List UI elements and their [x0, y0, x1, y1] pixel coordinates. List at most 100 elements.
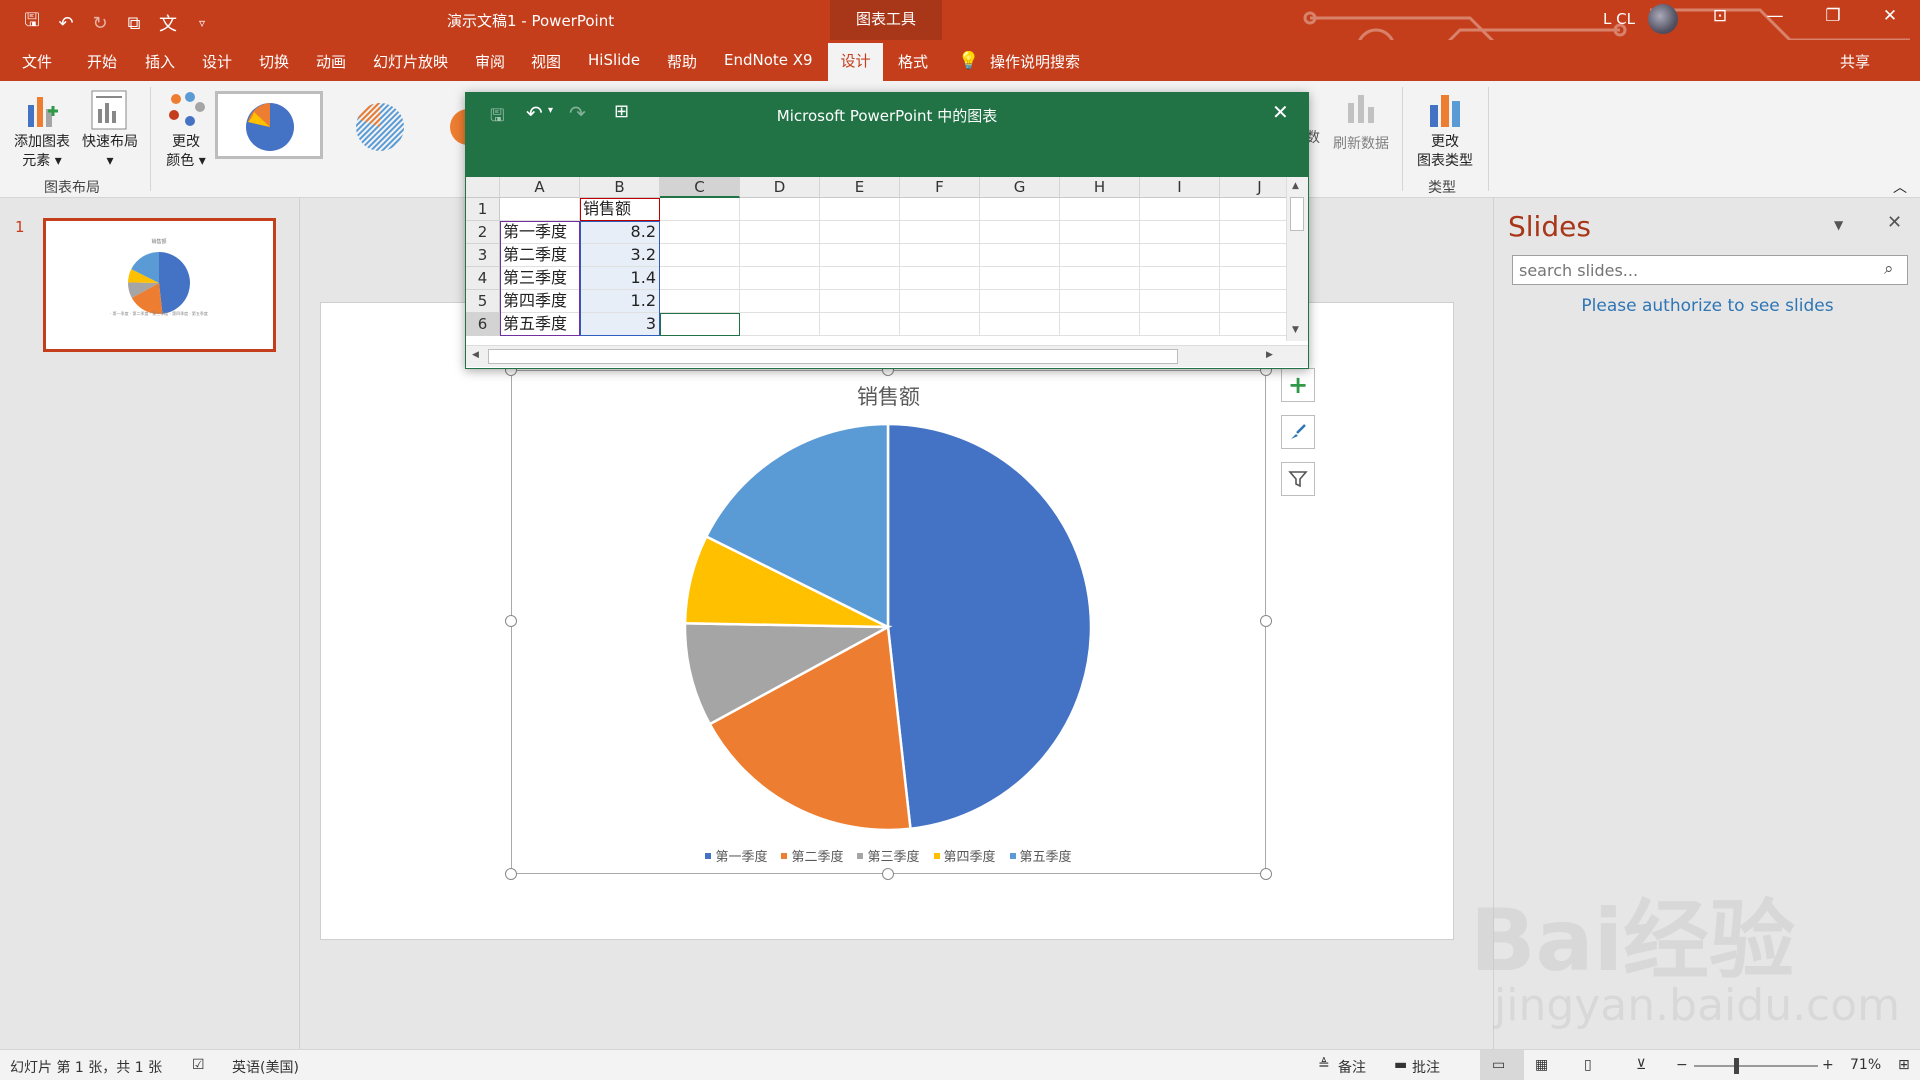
notes-button[interactable]: 备注: [1338, 1057, 1366, 1077]
search-icon[interactable]: ⌕: [1884, 259, 1894, 279]
accessibility-icon[interactable]: ☑: [192, 1057, 205, 1073]
legend-item[interactable]: 第一季度: [705, 846, 767, 865]
tab-file[interactable]: 文件: [22, 51, 52, 72]
cell-D2[interactable]: [740, 221, 820, 244]
cell-E1[interactable]: [820, 198, 900, 221]
cell-H6[interactable]: [1060, 313, 1140, 336]
present-icon[interactable]: ⧉: [122, 13, 146, 34]
cell-F4[interactable]: [900, 267, 980, 290]
undo-icon[interactable]: ↶: [54, 13, 78, 34]
cell-A1[interactable]: [500, 198, 580, 221]
row-header[interactable]: 6: [466, 313, 500, 336]
tab-animations[interactable]: 动画: [316, 51, 346, 72]
cell-D5[interactable]: [740, 290, 820, 313]
cell-D3[interactable]: [740, 244, 820, 267]
cell-D4[interactable]: [740, 267, 820, 290]
cell-I2[interactable]: [1140, 221, 1220, 244]
close-icon[interactable]: ✕: [1875, 6, 1905, 26]
cell-G2[interactable]: [980, 221, 1060, 244]
chart-legend[interactable]: 第一季度 第二季度 第三季度 第四季度 第五季度: [511, 846, 1266, 865]
scroll-right-icon[interactable]: ▶: [1266, 350, 1273, 360]
reading-view-icon[interactable]: ▯: [1584, 1057, 1592, 1073]
cell-H5[interactable]: [1060, 290, 1140, 313]
cell-B3[interactable]: 3.2: [580, 244, 660, 267]
slide-thumbnail[interactable]: 销售额 · 第一季度 · 第二季度 · 第三季度 · 第四季度 · 第五季度: [43, 218, 276, 352]
row-header[interactable]: 2: [466, 221, 500, 244]
translate-icon[interactable]: 文: [156, 10, 180, 36]
legend-item[interactable]: 第四季度: [933, 846, 996, 865]
chart-filters-button[interactable]: [1281, 462, 1315, 496]
cell-A6[interactable]: 第五季度: [500, 313, 580, 336]
tab-view[interactable]: 视图: [531, 51, 561, 72]
cell-I6[interactable]: [1140, 313, 1220, 336]
pane-close-icon[interactable]: ✕: [1887, 212, 1902, 233]
cell-A3[interactable]: 第二季度: [500, 244, 580, 267]
restore-icon[interactable]: ❐: [1818, 6, 1848, 26]
horizontal-scroll-thumb[interactable]: [488, 349, 1178, 364]
resize-handle-br[interactable]: [1260, 868, 1272, 880]
row-header[interactable]: 1: [466, 198, 500, 221]
cell-I1[interactable]: [1140, 198, 1220, 221]
cell-G5[interactable]: [980, 290, 1060, 313]
cell-F1[interactable]: [900, 198, 980, 221]
cell-B1[interactable]: 销售额: [580, 198, 660, 221]
cell-B5[interactable]: 1.2: [580, 290, 660, 313]
language-status[interactable]: 英语(美国): [232, 1057, 299, 1077]
change-colors-button[interactable]: 更改 颜色 ▾: [158, 87, 214, 177]
row-header[interactable]: 5: [466, 290, 500, 313]
cell-F2[interactable]: [900, 221, 980, 244]
pie-slice-1[interactable]: [886, 422, 1093, 831]
tab-hislide[interactable]: HiSlide: [588, 51, 640, 69]
vertical-scrollbar[interactable]: ▲ ▼: [1286, 177, 1308, 341]
tab-chart-design[interactable]: 设计: [828, 43, 883, 81]
pie-chart[interactable]: [683, 422, 1093, 832]
cell-G1[interactable]: [980, 198, 1060, 221]
cell-E3[interactable]: [820, 244, 900, 267]
column-header[interactable]: G: [980, 177, 1060, 198]
chart-styles-button[interactable]: [1281, 415, 1315, 449]
tab-help[interactable]: 帮助: [667, 51, 697, 72]
normal-view-icon[interactable]: ▭: [1492, 1057, 1505, 1073]
legend-item[interactable]: 第五季度: [1009, 846, 1072, 865]
tab-endnote[interactable]: EndNote X9: [724, 51, 813, 69]
user-name[interactable]: L CL: [1603, 10, 1635, 28]
save-icon[interactable]: 🖫: [20, 8, 44, 38]
cell-C3[interactable]: [660, 244, 740, 267]
cell-G3[interactable]: [980, 244, 1060, 267]
comments-button[interactable]: 批注: [1412, 1057, 1440, 1077]
cell-H1[interactable]: [1060, 198, 1140, 221]
slide-sorter-icon[interactable]: ▦: [1535, 1057, 1548, 1073]
zoom-out-icon[interactable]: −: [1676, 1057, 1688, 1073]
cell-F5[interactable]: [900, 290, 980, 313]
cell-F6[interactable]: [900, 313, 980, 336]
resize-handle-b[interactable]: [882, 868, 894, 880]
cell-C6[interactable]: [660, 313, 740, 336]
collapse-ribbon-icon[interactable]: ︿: [1893, 177, 1907, 197]
zoom-slider-thumb[interactable]: [1734, 1058, 1739, 1074]
search-slides-input[interactable]: [1512, 255, 1908, 285]
chart-data-close-icon[interactable]: ✕: [1272, 100, 1289, 124]
cell-A5[interactable]: 第四季度: [500, 290, 580, 313]
column-header[interactable]: D: [740, 177, 820, 198]
redo-icon[interactable]: ↻: [88, 13, 112, 34]
resize-handle-bl[interactable]: [505, 868, 517, 880]
legend-item[interactable]: 第二季度: [781, 846, 843, 865]
cell-A4[interactable]: 第三季度: [500, 267, 580, 290]
zoom-slider[interactable]: [1694, 1058, 1818, 1074]
cell-C2[interactable]: [660, 221, 740, 244]
zoom-in-icon[interactable]: +: [1822, 1057, 1834, 1073]
authorize-link[interactable]: Please authorize to see slides: [1494, 296, 1920, 316]
scroll-down-icon[interactable]: ▼: [1292, 325, 1299, 335]
customize-qat-icon[interactable]: ▿: [190, 16, 214, 30]
chart-title[interactable]: 销售额: [511, 381, 1266, 411]
tell-me-search[interactable]: 操作说明搜索: [990, 51, 1080, 72]
scroll-left-icon[interactable]: ◀: [472, 350, 479, 360]
cell-I3[interactable]: [1140, 244, 1220, 267]
cell-C5[interactable]: [660, 290, 740, 313]
horizontal-scrollbar[interactable]: ◀ ▶: [466, 345, 1308, 367]
select-all-corner[interactable]: [466, 177, 500, 198]
resize-handle-l[interactable]: [505, 615, 517, 627]
share-button[interactable]: 共享: [1840, 51, 1870, 72]
tab-review[interactable]: 审阅: [475, 51, 505, 72]
cell-B6[interactable]: 3: [580, 313, 660, 336]
